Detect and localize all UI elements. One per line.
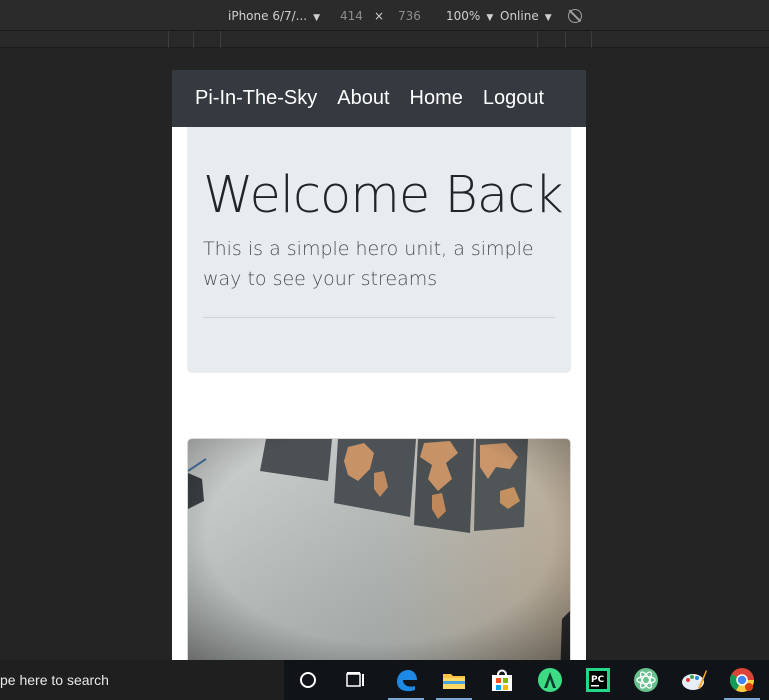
file-explorer-icon[interactable] [440, 666, 468, 694]
rotate-icon[interactable] [568, 9, 582, 23]
width-input[interactable]: 414 [340, 9, 363, 23]
hero-divider [203, 317, 555, 318]
nav-link-home[interactable]: Home [410, 87, 463, 110]
device-select[interactable]: iPhone 6/7/... ▼ [228, 9, 320, 23]
svg-text:PC: PC [591, 675, 605, 685]
hero-title: Welcome Back [203, 166, 564, 225]
stream-video[interactable] [187, 438, 571, 660]
device-select-label: iPhone 6/7/... [228, 9, 308, 23]
paint-icon[interactable] [680, 666, 708, 694]
navbar-brand-link[interactable]: Pi-In-The-Sky [195, 87, 317, 110]
camera-stream-image [188, 439, 570, 660]
hero-lead-text: This is a simple hero unit, a simple way… [203, 238, 534, 290]
cortana-icon[interactable] [294, 666, 322, 694]
android-studio-icon[interactable] [536, 666, 564, 694]
chevron-down-icon: ▼ [313, 13, 321, 23]
times-icon: × [374, 9, 385, 23]
zoom-select[interactable]: 100% ▼ [446, 9, 493, 23]
mobile-viewport: Pi-In-The-Sky About Home Logout Welcome … [172, 70, 586, 660]
edge-icon[interactable] [392, 666, 420, 694]
atom-icon[interactable] [632, 666, 660, 694]
chrome-icon[interactable] [728, 666, 756, 694]
media-query-bar [0, 31, 769, 48]
pycharm-icon[interactable]: PC [584, 666, 612, 694]
navbar: Pi-In-The-Sky About Home Logout [172, 70, 586, 127]
zoom-select-label: 100% [446, 9, 481, 23]
device-toolbar: iPhone 6/7/... ▼ 414 × 736 100% ▼ Online ▼ [0, 0, 769, 31]
chevron-down-icon: ▼ [544, 13, 552, 23]
taskbar-search-input[interactable]: pe here to search [0, 660, 284, 700]
nav-link-about[interactable]: About [337, 87, 389, 110]
network-select[interactable]: Online ▼ [500, 9, 552, 23]
network-select-label: Online [500, 9, 539, 23]
nav-link-logout[interactable]: Logout [483, 87, 544, 110]
hero-jumbotron: Welcome Back This is a simple hero unit,… [187, 127, 571, 373]
height-input[interactable]: 736 [398, 9, 421, 23]
task-view-icon[interactable] [342, 666, 370, 694]
chevron-down-icon: ▼ [486, 13, 494, 23]
store-icon[interactable] [488, 666, 516, 694]
windows-taskbar: pe here to search PC [0, 660, 769, 700]
